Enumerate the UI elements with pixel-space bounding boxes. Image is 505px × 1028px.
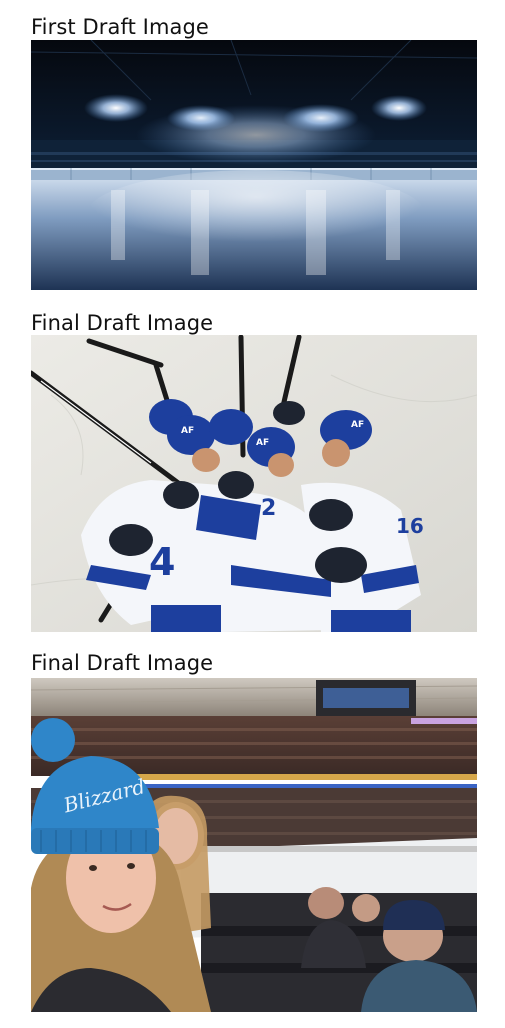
- helmet-logo: AF: [181, 426, 194, 436]
- jersey-number: 16: [396, 514, 424, 538]
- section-final-draft-1: Final Draft Image AF AF AF 4 2 16: [31, 306, 477, 634]
- jersey-number: 4: [149, 540, 175, 584]
- jersey-number: 2: [261, 496, 276, 521]
- section-first-draft: First Draft Image: [31, 12, 477, 292]
- helmet-logo: AF: [256, 438, 269, 448]
- section-title: Final Draft Image: [31, 311, 214, 335]
- section-title: Final Draft Image: [31, 651, 214, 675]
- arena-crowd-selfie-photo: Blizzard: [31, 678, 477, 1012]
- section-final-draft-2: Final Draft Image Blizzard: [31, 646, 477, 1016]
- section-title: First Draft Image: [31, 15, 209, 39]
- helmet-logo: AF: [351, 420, 364, 430]
- empty-ice-rink-arena-photo: [31, 40, 477, 290]
- hockey-team-celebration-huddle-photo: AF AF AF 4 2 16: [31, 335, 477, 632]
